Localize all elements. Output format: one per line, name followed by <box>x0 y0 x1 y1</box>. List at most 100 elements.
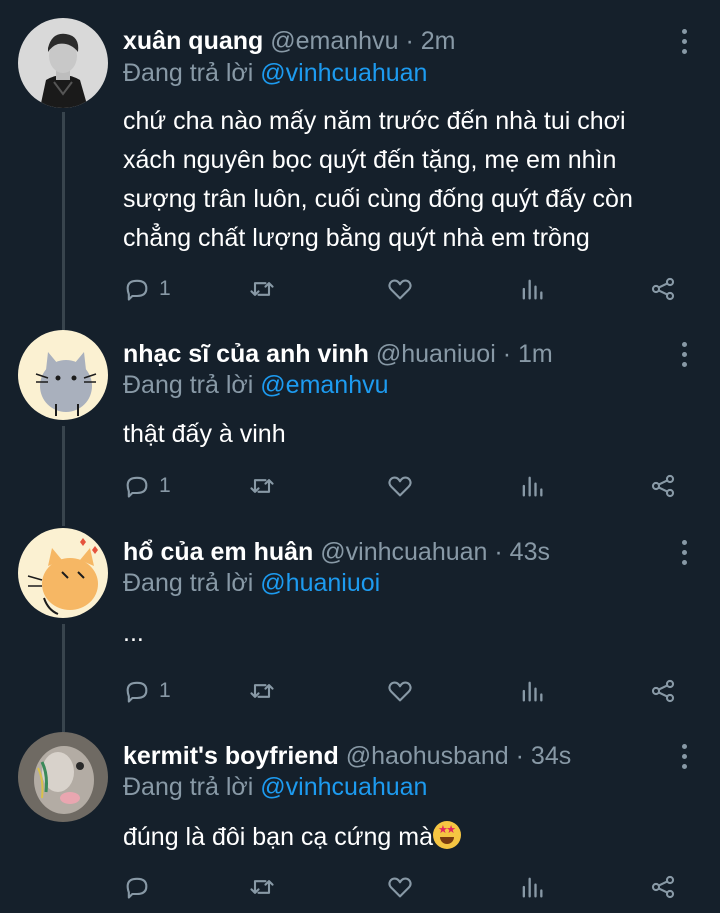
analytics-icon <box>522 476 543 497</box>
tweet-actions: 1 <box>123 471 693 501</box>
share-icon <box>651 875 675 899</box>
like-icon <box>388 681 412 702</box>
tweet[interactable]: hổ của em huân @vinhcuahuan · 43s Đang t… <box>0 524 720 724</box>
user-handle[interactable]: @haohusband <box>346 742 509 770</box>
timestamp[interactable]: · 43s <box>494 538 550 566</box>
mention-link[interactable]: @emanhvu <box>260 371 388 399</box>
retweet-icon <box>250 479 274 493</box>
reply-thread: xuân quang @emanhvu · 2m Đang trả lời @v… <box>0 0 720 913</box>
tweet-actions: 1 <box>123 274 693 304</box>
share-icon <box>651 277 675 301</box>
mention-link[interactable]: @vinhcuahuan <box>260 59 427 87</box>
retweet-icon <box>250 282 274 296</box>
tweet-text: đúng là đôi bạn cạ cứng mà <box>123 818 683 857</box>
share-button[interactable] <box>649 872 677 902</box>
tweet-text-line: chứ cha nào mấy năm trước đến nhà tui ch… <box>123 107 626 135</box>
more-options-icon[interactable] <box>674 536 694 568</box>
retweet-button[interactable] <box>248 274 276 304</box>
share-button[interactable] <box>649 676 677 706</box>
reply-icon <box>126 877 148 899</box>
tweet-actions: 1 <box>123 676 693 706</box>
display-name[interactable]: hổ của em huân <box>123 538 313 566</box>
share-icon <box>651 474 675 498</box>
share-icon <box>651 679 675 703</box>
tweet-text-line: sượng trân luôn, cuối cùng đống quýt đấy… <box>123 185 633 213</box>
more-options-icon[interactable] <box>674 740 694 772</box>
display-name[interactable]: xuân quang <box>123 27 263 55</box>
replying-label: Đang trả lời <box>123 773 254 801</box>
reply-icon <box>126 681 148 703</box>
reply-button[interactable]: 1 <box>123 676 171 706</box>
analytics-button[interactable] <box>518 471 546 501</box>
like-icon <box>388 476 412 497</box>
display-name[interactable]: nhạc sĩ của anh vinh <box>123 340 369 368</box>
analytics-button[interactable] <box>518 676 546 706</box>
tweet-text-line: xách nguyên bọc quýt đến tặng, mẹ em nhì… <box>123 146 617 174</box>
mention-link[interactable]: @huaniuoi <box>260 569 380 597</box>
user-handle[interactable]: @huaniuoi <box>376 340 496 368</box>
tweet-header: xuân quang @emanhvu · 2m <box>123 25 660 57</box>
timestamp[interactable]: · 1m <box>503 340 553 368</box>
tweet[interactable]: nhạc sĩ của anh vinh @huaniuoi · 1m Đang… <box>0 326 720 524</box>
tweet-text-line: chẳng chất lượng bằng quýt nhà em trồng <box>123 224 590 252</box>
star-struck-emoji-icon <box>433 821 461 849</box>
replying-label: Đang trả lời <box>123 569 254 597</box>
tweet-text: chứ cha nào mấy năm trước đến nhà tui ch… <box>123 102 683 258</box>
like-button[interactable] <box>386 274 414 304</box>
avatar[interactable] <box>18 528 108 618</box>
retweet-button[interactable] <box>248 676 276 706</box>
reply-button[interactable] <box>123 872 159 902</box>
avatar[interactable] <box>18 330 108 420</box>
tweet-text: ... <box>123 614 683 653</box>
like-button[interactable] <box>386 471 414 501</box>
timestamp[interactable]: · 34s <box>516 742 572 770</box>
replying-label: Đang trả lời <box>123 371 254 399</box>
tweet-text: thật đấy à vinh <box>123 415 683 454</box>
timestamp[interactable]: · 2m <box>405 27 455 55</box>
retweet-button[interactable] <box>248 872 276 902</box>
tweet[interactable]: xuân quang @emanhvu · 2m Đang trả lời @v… <box>0 0 720 326</box>
user-handle[interactable]: @emanhvu <box>270 27 398 55</box>
more-options-icon[interactable] <box>674 338 694 370</box>
tweet-header: hổ của em huân @vinhcuahuan · 43s <box>123 536 660 568</box>
tweet[interactable]: kermit's boyfriend @haohusband · 34s Đan… <box>0 724 720 913</box>
replying-label: Đang trả lời <box>123 59 254 87</box>
like-icon <box>388 877 412 898</box>
replying-to: Đang trả lời @vinhcuahuan <box>123 57 427 89</box>
avatar[interactable] <box>18 732 108 822</box>
tweet-text-line: ... <box>123 619 144 647</box>
tweet-text-line: đúng là đôi bạn cạ cứng mà <box>123 823 433 851</box>
share-button[interactable] <box>649 471 677 501</box>
mention-link[interactable]: @vinhcuahuan <box>260 773 427 801</box>
retweet-icon <box>250 684 274 698</box>
analytics-icon <box>522 877 543 898</box>
analytics-icon <box>522 279 543 300</box>
reply-count: 1 <box>159 474 171 497</box>
more-options-icon[interactable] <box>674 25 694 57</box>
reply-icon <box>126 279 148 301</box>
display-name[interactable]: kermit's boyfriend <box>123 742 339 770</box>
reply-count: 1 <box>159 679 171 702</box>
reply-button[interactable]: 1 <box>123 471 171 501</box>
tweet-header: nhạc sĩ của anh vinh @huaniuoi · 1m <box>123 338 660 370</box>
reply-count: 1 <box>159 277 171 300</box>
share-button[interactable] <box>649 274 677 304</box>
analytics-button[interactable] <box>518 274 546 304</box>
reply-button[interactable]: 1 <box>123 274 171 304</box>
replying-to: Đang trả lời @huaniuoi <box>123 567 380 599</box>
tweet-actions <box>123 872 693 902</box>
analytics-icon <box>522 681 543 702</box>
retweet-icon <box>250 880 274 894</box>
analytics-button[interactable] <box>518 872 546 902</box>
like-button[interactable] <box>386 872 414 902</box>
like-button[interactable] <box>386 676 414 706</box>
replying-to: Đang trả lời @vinhcuahuan <box>123 771 427 803</box>
tweet-text-line: thật đấy à vinh <box>123 420 286 448</box>
reply-icon <box>126 476 148 498</box>
avatar[interactable] <box>18 18 108 108</box>
like-icon <box>388 279 412 300</box>
tweet-header: kermit's boyfriend @haohusband · 34s <box>123 740 660 772</box>
retweet-button[interactable] <box>248 471 276 501</box>
replying-to: Đang trả lời @emanhvu <box>123 369 389 401</box>
user-handle[interactable]: @vinhcuahuan <box>320 538 487 566</box>
